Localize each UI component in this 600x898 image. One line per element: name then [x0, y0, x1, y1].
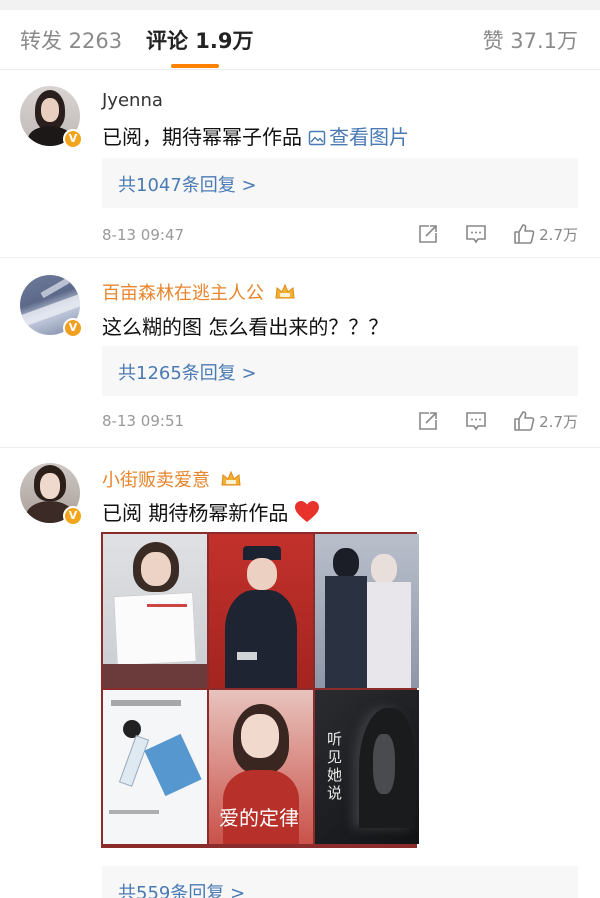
tab-bar: 转发 2263 评论 1.9万 赞 37.1万: [0, 10, 600, 70]
username[interactable]: 小街贩卖爱意: [102, 466, 242, 492]
comment-text: 已阅 期待杨幂新作品: [102, 497, 320, 526]
replies-button[interactable]: 共1265条回复 >: [102, 346, 578, 396]
vip-crown-icon: [221, 470, 241, 486]
comment-item: V 百亩森林在逃主人公 这么糊的图 怎么看出来的？？？ 共1265条回复 > 8…: [0, 259, 600, 448]
tab-repost[interactable]: 转发 2263: [20, 25, 122, 55]
poster-image[interactable]: [315, 534, 419, 688]
view-image-link[interactable]: 查看图片: [302, 125, 409, 149]
tab-comment[interactable]: 评论 1.9万: [146, 25, 254, 55]
reply-button[interactable]: [465, 223, 487, 245]
comment-icon: [466, 225, 486, 244]
poster-image[interactable]: 听见她说: [315, 690, 419, 844]
comment-actions: 2.7万: [391, 409, 578, 433]
comment-item: V Jyenna 已阅，期待幂幂子作品 查看图片 共1047条回复 > 8-13 …: [0, 70, 600, 258]
image-grid: 爱的定律 听见她说: [101, 532, 419, 848]
poster-title: 听见她说: [327, 730, 343, 802]
comment-actions: 2.7万: [391, 222, 578, 246]
vip-crown-icon: [275, 283, 295, 299]
like-button[interactable]: 2.7万: [513, 410, 578, 432]
replies-button[interactable]: 共559条回复 >: [102, 866, 578, 898]
image-icon: [308, 130, 326, 146]
top-divider-strip: [0, 0, 600, 10]
comment-time: 8-13 09:47: [102, 226, 185, 244]
share-icon: [419, 412, 437, 430]
replies-button[interactable]: 共1047条回复 >: [102, 158, 578, 208]
poster-image[interactable]: [209, 534, 313, 688]
share-button[interactable]: [417, 223, 439, 245]
username[interactable]: Jyenna: [102, 90, 163, 111]
share-icon: [419, 225, 437, 243]
like-count: 2.7万: [539, 412, 578, 431]
like-count: 2.7万: [539, 225, 578, 244]
active-tab-indicator: [171, 64, 219, 68]
comment-text: 已阅，期待幂幂子作品 查看图片: [102, 125, 409, 149]
verified-badge-icon: V: [63, 129, 83, 149]
avatar[interactable]: V: [20, 86, 83, 149]
poster-title: 爱的定律: [219, 806, 299, 830]
comment-item: V 小街贩卖爱意 已阅 期待杨幂新作品 爱的定律 听见她说 共559条回复 >: [0, 449, 600, 898]
reply-button[interactable]: [465, 410, 487, 432]
verified-badge-icon: V: [63, 506, 83, 526]
poster-image[interactable]: 爱的定律: [209, 690, 313, 844]
thumbs-up-icon: [514, 411, 535, 431]
poster-image[interactable]: [103, 690, 207, 844]
comment-text: 这么糊的图 怎么看出来的？？？: [102, 315, 389, 339]
verified-badge-icon: V: [63, 318, 83, 338]
share-button[interactable]: [417, 410, 439, 432]
avatar[interactable]: V: [20, 463, 83, 526]
like-button[interactable]: 2.7万: [513, 223, 578, 245]
poster-image[interactable]: [103, 534, 207, 688]
comment-time: 8-13 09:51: [102, 412, 185, 430]
username[interactable]: 百亩森林在逃主人公: [102, 279, 296, 305]
tab-like[interactable]: 赞 37.1万: [483, 25, 578, 55]
comment-icon: [466, 412, 486, 431]
thumbs-up-icon: [514, 224, 535, 244]
avatar[interactable]: V: [20, 275, 83, 338]
red-heart-emoji-icon: [295, 501, 320, 522]
